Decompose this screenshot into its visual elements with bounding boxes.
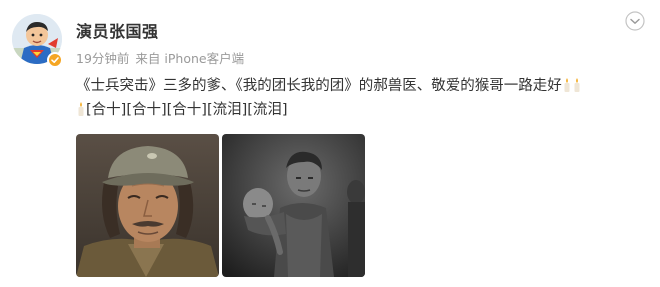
candle-emoji-icon — [76, 100, 86, 116]
chevron-down-icon[interactable] — [624, 10, 646, 32]
post-source[interactable]: 来自 iPhone客户端 — [135, 51, 244, 66]
post-image-1[interactable] — [76, 134, 219, 277]
post-image-2[interactable] — [222, 134, 365, 277]
verified-badge-icon — [47, 52, 63, 68]
user-name[interactable]: 演员张国强 — [76, 18, 159, 42]
candle-emoji-icon — [562, 76, 572, 92]
post-meta: 19分钟前 来自 iPhone客户端 — [76, 48, 244, 67]
portrait-photo-icon — [76, 134, 219, 277]
post-text-segment-2: [合十][合十][合十][流泪][流泪] — [86, 102, 288, 118]
post-text: 《士兵突击》三多的爹、《我的团长我的团》的郝兽医、敬爱的猴哥一路走好 [合十][… — [76, 74, 654, 122]
candle-emoji-icon — [572, 76, 582, 92]
post-text-segment-1: 《士兵突击》三多的爹、《我的团长我的团》的郝兽医、敬爱的猴哥一路走好 — [76, 78, 562, 94]
film-still-photo-icon — [222, 134, 365, 277]
post-time[interactable]: 19分钟前 — [76, 51, 129, 66]
